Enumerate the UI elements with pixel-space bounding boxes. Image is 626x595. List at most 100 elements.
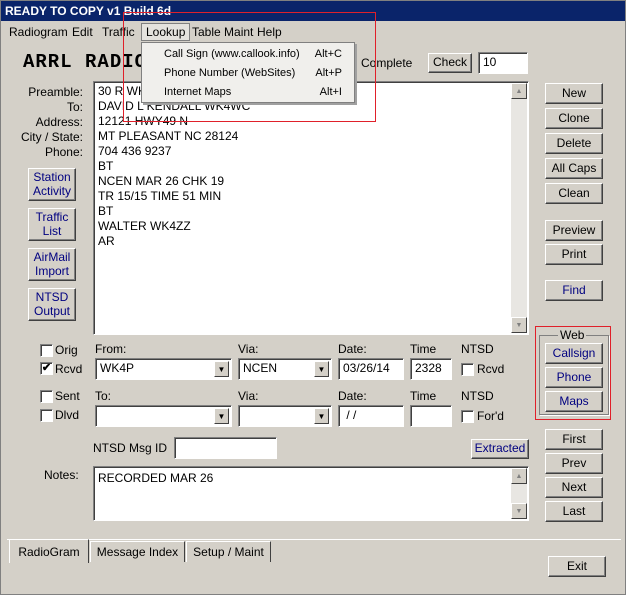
maps-lookup-button[interactable]: Maps xyxy=(545,391,603,412)
ntsd-output-button[interactable]: NTSD Output xyxy=(28,288,76,321)
menu-item-phone-lookup[interactable]: Phone Number (WebSites) Alt+P xyxy=(142,64,354,83)
app-window: READY TO COPY v1 Build 6d Radiogram Edit… xyxy=(0,0,626,595)
callsign-lookup-button[interactable]: Callsign xyxy=(545,343,603,364)
time-label: Time xyxy=(410,342,437,356)
ntsd-rcvd-checkbox[interactable] xyxy=(461,363,474,376)
menu-item-shortcut: Alt+I xyxy=(319,86,342,98)
orig-label: Orig xyxy=(55,343,78,357)
message-body-textarea[interactable]: 30 R WK DAVID L KENDALL WK4WC 12121 HWY4… xyxy=(93,81,529,335)
ntsd-rcvd-label: Rcvd xyxy=(477,362,505,376)
dlvd-checkbox[interactable] xyxy=(40,409,53,422)
prev-record-button[interactable]: Prev xyxy=(545,453,603,474)
menu-edit[interactable]: Edit xyxy=(68,24,97,40)
scroll-up-icon[interactable]: ▲ xyxy=(511,468,527,484)
from-station-combo[interactable]: WK4P ▼ xyxy=(95,358,232,380)
notes-text: RECORDED MAR 26 xyxy=(98,471,214,485)
traffic-list-button[interactable]: Traffic List xyxy=(28,208,76,241)
time-label-2: Time xyxy=(410,389,437,403)
rcvd-checkbox[interactable]: ✔ xyxy=(40,362,53,375)
delete-button[interactable]: Delete xyxy=(545,133,603,154)
extracted-button[interactable]: Extracted xyxy=(471,439,529,459)
dlvd-label: Dlvd xyxy=(55,408,80,422)
ntsd-msg-id-label: NTSD Msg ID xyxy=(93,441,168,455)
scroll-up-icon[interactable]: ▲ xyxy=(511,83,527,99)
complete-label: Complete xyxy=(361,56,413,70)
next-record-button[interactable]: Next xyxy=(545,477,603,498)
menu-traffic[interactable]: Traffic xyxy=(98,24,139,40)
station-activity-button[interactable]: Station Activity xyxy=(28,168,76,201)
menu-item-label: Internet Maps xyxy=(164,86,232,98)
orig-checkbox[interactable] xyxy=(40,344,53,357)
menu-bar: Radiogram Edit Traffic Lookup Table Main… xyxy=(1,22,625,42)
to-address-label: To: xyxy=(66,100,83,114)
window-title: READY TO COPY v1 Build 6d xyxy=(1,1,625,21)
address-label: Address: xyxy=(35,115,83,129)
to-station-combo[interactable]: ▼ xyxy=(95,405,232,427)
sent-checkbox[interactable] xyxy=(40,390,53,403)
menu-table-maint[interactable]: Table Maint xyxy=(188,24,257,40)
check-count-field[interactable]: 10 xyxy=(478,52,528,74)
via-label-2: Via: xyxy=(238,389,259,403)
tab-setup-maint[interactable]: Setup / Maint xyxy=(186,541,271,562)
preview-button[interactable]: Preview xyxy=(545,220,603,241)
first-record-button[interactable]: First xyxy=(545,429,603,450)
message-line: BT xyxy=(98,159,114,173)
find-button[interactable]: Find xyxy=(545,280,603,301)
menu-item-callsign-lookup[interactable]: Call Sign (www.callook.info) Alt+C xyxy=(142,45,354,64)
clean-button[interactable]: Clean xyxy=(545,183,603,204)
message-scrollbar[interactable]: ▲ ▼ xyxy=(511,83,527,333)
ntsd-msg-id-field[interactable] xyxy=(174,437,277,459)
via-label: Via: xyxy=(238,342,259,356)
message-line: NCEN MAR 26 CHK 19 xyxy=(98,174,225,188)
clone-button[interactable]: Clone xyxy=(545,108,603,129)
notes-label: Notes: xyxy=(44,468,79,482)
notes-textarea[interactable]: RECORDED MAR 26 ▲ ▼ xyxy=(93,466,529,521)
time-received-field[interactable]: 2328 xyxy=(410,358,452,380)
via-net-combo[interactable]: NCEN ▼ xyxy=(238,358,332,380)
notes-scrollbar[interactable]: ▲ ▼ xyxy=(511,468,527,519)
phone-lookup-button[interactable]: Phone xyxy=(545,367,603,388)
menu-item-internet-maps[interactable]: Internet Maps Alt+I xyxy=(142,83,354,102)
menu-help[interactable]: Help xyxy=(253,24,286,40)
via-net-combo-2[interactable]: ▼ xyxy=(238,405,332,427)
ntsd-ford-checkbox[interactable] xyxy=(461,410,474,423)
ntsd-ford-label: For'd xyxy=(477,409,504,423)
chevron-down-icon[interactable]: ▼ xyxy=(214,408,229,424)
message-line: 12121 HWY49 N xyxy=(98,114,189,128)
sent-label: Sent xyxy=(55,389,80,403)
menu-item-label: Call Sign (www.callook.info) xyxy=(164,48,300,60)
menu-lookup[interactable]: Lookup xyxy=(141,23,191,41)
exit-button[interactable]: Exit xyxy=(548,556,606,577)
menu-item-shortcut: Alt+P xyxy=(315,67,342,79)
tab-radiogram[interactable]: RadioGram xyxy=(9,539,89,563)
ntsd-label: NTSD xyxy=(461,342,494,356)
preamble-label: Preamble: xyxy=(28,85,83,99)
rcvd-label: Rcvd xyxy=(55,362,83,376)
message-lines: 30 R WK DAVID L KENDALL WK4WC 12121 HWY4… xyxy=(98,84,250,249)
web-group-title: Web xyxy=(558,328,587,342)
menu-item-label: Phone Number (WebSites) xyxy=(164,67,296,79)
scroll-down-icon[interactable]: ▼ xyxy=(511,317,527,333)
tab-message-index[interactable]: Message Index xyxy=(90,541,185,562)
check-button[interactable]: Check xyxy=(428,53,472,73)
to-label: To: xyxy=(95,389,112,403)
menu-radiogram[interactable]: Radiogram xyxy=(5,24,72,40)
chevron-down-icon[interactable]: ▼ xyxy=(314,361,329,377)
message-line: 704 436 9237 xyxy=(98,144,172,158)
all-caps-button[interactable]: All Caps xyxy=(545,158,603,179)
chevron-down-icon[interactable]: ▼ xyxy=(214,361,229,377)
form-header-title: ARRL RADIO xyxy=(23,51,148,73)
message-line: AR xyxy=(98,234,115,248)
date-sent-field[interactable]: / / xyxy=(338,405,404,427)
print-button[interactable]: Print xyxy=(545,244,603,265)
time-sent-field[interactable] xyxy=(410,405,452,427)
date-label-2: Date: xyxy=(338,389,367,403)
chevron-down-icon[interactable]: ▼ xyxy=(314,408,329,424)
last-record-button[interactable]: Last xyxy=(545,501,603,522)
date-received-field[interactable]: 03/26/14 xyxy=(338,358,404,380)
airmail-import-button[interactable]: AirMail Import xyxy=(28,248,76,281)
scroll-down-icon[interactable]: ▼ xyxy=(511,503,527,519)
ntsd-label-2: NTSD xyxy=(461,389,494,403)
via-net-value: NCEN xyxy=(243,361,278,375)
new-button[interactable]: New xyxy=(545,83,603,104)
